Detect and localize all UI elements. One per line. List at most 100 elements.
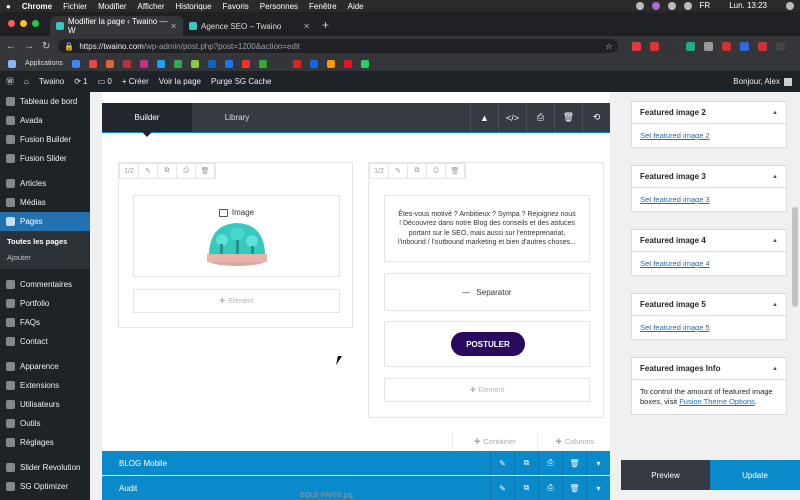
- submenu-add-page[interactable]: Ajouter: [0, 249, 90, 265]
- language-indicator[interactable]: FR: [700, 1, 711, 10]
- close-tab-icon[interactable]: ✕: [170, 22, 177, 31]
- collapse-icon[interactable]: ▲: [772, 302, 778, 308]
- trash-icon[interactable]: 🗑: [562, 451, 586, 475]
- sidebar-item-outils[interactable]: Outils: [0, 414, 90, 433]
- save-icon[interactable]: ⎙: [177, 164, 196, 178]
- extension-icon[interactable]: [722, 41, 732, 51]
- sidebar-item-portfolio[interactable]: Portfolio: [0, 294, 90, 313]
- clock[interactable]: Lun. 13:23: [729, 1, 767, 10]
- clone-icon[interactable]: ⧉: [514, 476, 538, 500]
- container-row[interactable]: BLOG Mobile ✎ ⧉ ⎙ 🗑 ▾: [102, 451, 610, 475]
- edit-icon[interactable]: ✎: [389, 164, 408, 178]
- column-size[interactable]: 1/2: [120, 164, 139, 178]
- close-tab-icon[interactable]: ✕: [303, 22, 310, 31]
- search-icon[interactable]: [786, 1, 794, 10]
- extension-icon[interactable]: [758, 41, 768, 51]
- sidebar-item-fusion-slider[interactable]: Fusion Slider: [0, 149, 90, 168]
- save-icon[interactable]: ⎙: [538, 476, 562, 500]
- save-icon[interactable]: ⎙: [538, 451, 562, 475]
- chevron-down-icon[interactable]: ▾: [586, 476, 610, 500]
- new-tab-button[interactable]: +: [322, 18, 329, 32]
- bookmark-favicon-icon[interactable]: [88, 59, 97, 68]
- column-size[interactable]: 1/2: [370, 164, 389, 178]
- trash-icon[interactable]: 🗑: [446, 164, 465, 178]
- set-featured-image-link[interactable]: Set featured image 4: [640, 259, 710, 268]
- comments-icon[interactable]: ▭ 0: [98, 77, 112, 86]
- sidebar-item-contact[interactable]: Contact: [0, 332, 90, 351]
- postuler-button[interactable]: POSTULER: [451, 332, 525, 356]
- tab-library[interactable]: Library: [192, 103, 282, 132]
- account-menu[interactable]: Bonjour, Alex: [733, 77, 792, 86]
- home-icon[interactable]: ⌂: [24, 77, 29, 86]
- update-button[interactable]: Update: [710, 460, 800, 490]
- extension-icon[interactable]: [650, 41, 660, 51]
- extension-icon[interactable]: [776, 41, 786, 51]
- add-element-button[interactable]: ✚ Element: [133, 289, 340, 313]
- extension-icon[interactable]: [740, 41, 750, 51]
- preview-button[interactable]: Preview: [621, 460, 710, 490]
- wifi-icon[interactable]: [683, 1, 692, 10]
- bookmark-favicon-icon[interactable]: [275, 59, 284, 68]
- menu-fichier[interactable]: Fichier: [63, 2, 87, 11]
- text-block-element[interactable]: Êtes-vous motivé ? Ambitieux ? Sympa ? R…: [384, 195, 590, 262]
- new-content-link[interactable]: + Créer: [122, 77, 149, 86]
- bookmark-favicon-icon[interactable]: [190, 59, 199, 68]
- apple-icon[interactable]: ●: [6, 2, 11, 11]
- edit-icon[interactable]: ✎: [490, 476, 514, 500]
- save-icon[interactable]: ⎙: [526, 103, 554, 132]
- scrollbar[interactable]: [792, 207, 798, 307]
- add-columns-button[interactable]: ✚ Columns: [537, 432, 612, 450]
- minimize-window-button[interactable]: [20, 20, 27, 27]
- set-featured-image-link[interactable]: Set featured image 2: [640, 131, 710, 140]
- tab-builder[interactable]: Builder: [102, 103, 192, 137]
- back-icon[interactable]: ←: [6, 41, 16, 52]
- status-icon[interactable]: [651, 1, 660, 10]
- extension-icon[interactable]: [686, 41, 696, 51]
- address-bar[interactable]: 🔒 https://twaino.com/wp-admin/post.php?p…: [58, 39, 619, 53]
- sidebar-item-slider-revolution[interactable]: Slider Revolution: [0, 458, 90, 477]
- bookmark-favicon-icon[interactable]: [360, 59, 369, 68]
- bookmark-star-icon[interactable]: ☆: [605, 42, 612, 51]
- bookmark-favicon-icon[interactable]: [173, 59, 182, 68]
- app-menu[interactable]: Chrome: [22, 2, 52, 11]
- trash-icon[interactable]: 🗑: [554, 103, 582, 132]
- sidebar-item-articles[interactable]: Articles: [0, 174, 90, 193]
- save-icon[interactable]: ⎙: [427, 164, 446, 178]
- menu-aide[interactable]: Aide: [348, 2, 364, 11]
- trash-icon[interactable]: 🗑: [562, 476, 586, 500]
- bookmark-favicon-icon[interactable]: [105, 59, 114, 68]
- menu-modifier[interactable]: Modifier: [98, 2, 126, 11]
- collapse-icon[interactable]: ▲: [772, 238, 778, 244]
- collapse-icon[interactable]: ▲: [772, 174, 778, 180]
- image-element[interactable]: Image: [133, 195, 340, 277]
- cloud-icon[interactable]: [667, 1, 676, 10]
- sidebar-item-reglages[interactable]: Réglages: [0, 433, 90, 452]
- menu-fenetre[interactable]: Fenêtre: [309, 2, 337, 11]
- reload-icon[interactable]: ↻: [42, 41, 50, 52]
- bookmark-favicon-icon[interactable]: [122, 59, 131, 68]
- chevron-down-icon[interactable]: ▾: [586, 451, 610, 475]
- bookmark-applications[interactable]: Applications: [25, 60, 63, 67]
- menu-favoris[interactable]: Favoris: [223, 2, 249, 11]
- status-icon[interactable]: [635, 1, 644, 10]
- sidebar-item-medias[interactable]: Médias: [0, 193, 90, 212]
- sidebar-item-extensions[interactable]: Extensions: [0, 376, 90, 395]
- clone-icon[interactable]: ⧉: [158, 164, 177, 178]
- bookmark-favicon-icon[interactable]: [292, 59, 301, 68]
- theme-options-link[interactable]: Fusion Theme Options: [679, 397, 755, 406]
- collapse-icon[interactable]: ▲: [772, 110, 778, 116]
- close-window-button[interactable]: [8, 20, 15, 27]
- button-element[interactable]: POSTULER: [384, 321, 590, 367]
- extension-icon[interactable]: [632, 41, 642, 51]
- set-featured-image-link[interactable]: Set featured image 5: [640, 323, 710, 332]
- sidebar-item-sg-optimizer[interactable]: SG Optimizer: [0, 477, 90, 496]
- trash-icon[interactable]: 🗑: [196, 164, 215, 178]
- bookmark-favicon-icon[interactable]: [343, 59, 352, 68]
- sidebar-item-avada[interactable]: Avada: [0, 111, 90, 130]
- bookmark-favicon-icon[interactable]: [224, 59, 233, 68]
- separator-element[interactable]: — Separator: [384, 273, 590, 311]
- extension-icon[interactable]: [668, 41, 678, 51]
- purge-cache-link[interactable]: Purge SG Cache: [211, 77, 271, 86]
- bookmark-favicon-icon[interactable]: [326, 59, 335, 68]
- history-icon[interactable]: ⟲: [582, 103, 610, 132]
